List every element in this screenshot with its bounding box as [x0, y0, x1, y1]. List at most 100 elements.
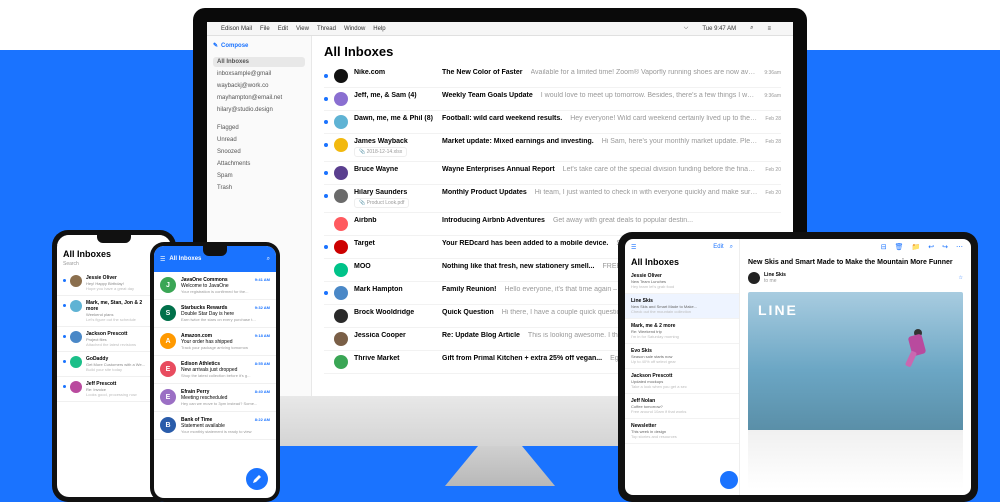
- message-preview: Up to 40% off select gear: [631, 359, 733, 364]
- message-preview: Attached the latest revisions: [86, 342, 146, 347]
- sidebar-trash[interactable]: Trash: [213, 183, 305, 193]
- sidebar-flagged[interactable]: Flagged: [213, 123, 305, 133]
- menubar-app[interactable]: Edison Mail: [221, 26, 252, 32]
- message-subject: Weekly Team Goals Update: [442, 92, 533, 99]
- forward-icon[interactable]: ↪: [942, 243, 948, 251]
- search-icon[interactable]: ⌕: [730, 244, 733, 251]
- unread-dot: [63, 335, 66, 338]
- unread-dot: [324, 314, 328, 318]
- menubar-clock[interactable]: Tue 9:47 AM: [702, 26, 736, 32]
- message-row[interactable]: E Edison Athletics8:55 AM New arrivals j…: [154, 356, 276, 384]
- macos-menubar: Edison Mail File Edit View Thread Window…: [207, 22, 793, 36]
- sidebar-account[interactable]: waybackj@work.co: [213, 81, 305, 91]
- search-icon[interactable]: ⌕: [750, 25, 753, 32]
- message-subject: Introducing Airbnb Adventures: [442, 217, 545, 224]
- message-row[interactable]: Bruce Wayne Wayne Enterprises Annual Rep…: [324, 162, 781, 185]
- menubar-file[interactable]: File: [260, 26, 270, 32]
- message-row[interactable]: Jackson Prescott Updated mockups Take a …: [625, 369, 739, 394]
- trash-icon[interactable]: 🗑: [895, 243, 904, 251]
- sidebar-attachments[interactable]: Attachments: [213, 159, 305, 169]
- folder-icon[interactable]: 📁: [912, 243, 921, 251]
- message-row[interactable]: Jeff, me, & Sam (4) Weekly Team Goals Up…: [324, 88, 781, 111]
- edit-button[interactable]: Edit: [713, 244, 723, 250]
- menubar-view[interactable]: View: [296, 26, 309, 32]
- attachment-chip[interactable]: 📎 2018-12-14.xlsx: [354, 147, 407, 157]
- avatar: B: [160, 417, 176, 433]
- message-row[interactable]: Hilary Saunders Monthly Product Updates …: [324, 185, 781, 213]
- message-sender: Dawn, me, me & Phil (8): [354, 115, 434, 122]
- message-row[interactable]: Nike.com The New Color of Faster Availab…: [324, 65, 781, 88]
- message-row[interactable]: Mark, me & 2 more Re: Weekend trip I'm i…: [625, 319, 739, 344]
- menubar-window[interactable]: Window: [344, 26, 365, 32]
- avatar: [334, 309, 348, 323]
- attachment-chip[interactable]: 📎 Product Look.pdf: [354, 198, 409, 208]
- message-row[interactable]: Line Skis New Skis and Smart Made to Mak…: [625, 294, 739, 319]
- avatar: [334, 240, 348, 254]
- avatar: [334, 263, 348, 277]
- message-row[interactable]: Dawn, me, me & Phil (8) Football: wild c…: [324, 111, 781, 134]
- unread-dot: [324, 194, 328, 198]
- unread-dot: [324, 74, 328, 78]
- message-row[interactable]: A Amazon.com9:18 AM Your order has shipp…: [154, 328, 276, 356]
- message-preview: Your monthly statement is ready to view: [181, 429, 270, 434]
- message-date: Feb 28: [765, 139, 781, 145]
- message-row[interactable]: J JavaOne Commons9:41 AM Welcome to Java…: [154, 272, 276, 300]
- sidebar-account[interactable]: inboxsample@gmail: [213, 69, 305, 79]
- pencil-icon: ✎: [213, 42, 218, 49]
- compose-fab[interactable]: [720, 471, 738, 489]
- more-icon[interactable]: ⋯: [956, 243, 963, 251]
- reply-icon[interactable]: ↩: [928, 243, 934, 251]
- message-row[interactable]: Newsletter This week in design Top stori…: [625, 419, 739, 444]
- message-row[interactable]: Jeff Nolan Coffee tomorrow? Free around …: [625, 394, 739, 419]
- message-subject: Wayne Enterprises Annual Report: [442, 166, 555, 173]
- message-row[interactable]: Jessie Oliver New Team Lunches Hey team …: [625, 269, 739, 294]
- sidebar-unread[interactable]: Unread: [213, 135, 305, 145]
- message-preview: Available for a limited time! Zoom® Vapo…: [531, 69, 757, 76]
- message-preview: Check out the mountain collection: [631, 309, 733, 314]
- menubar-edit[interactable]: Edit: [278, 26, 288, 32]
- menubar-help[interactable]: Help: [373, 26, 385, 32]
- wifi-icon[interactable]: ⌵: [684, 25, 689, 32]
- message-row[interactable]: E Efrain Perry8:40 AM Meeting reschedule…: [154, 384, 276, 412]
- ipad-message-pane: ⊟ 🗑 📁 ↩ ↪ ⋯ New Skis and Smart Made to M…: [740, 239, 971, 495]
- avatar: [334, 355, 348, 369]
- sidebar-account[interactable]: mayhampton@email.net: [213, 93, 305, 103]
- sidebar-all-inboxes[interactable]: All Inboxes: [213, 57, 305, 67]
- message-preview: Track your package arriving tomorrow: [181, 345, 270, 350]
- message-preview: Looks good, processing now: [86, 392, 146, 397]
- message-sender: Jeff, me, & Sam (4): [354, 92, 434, 99]
- message-subject: New Skis and Smart Made to Make the Moun…: [740, 255, 971, 270]
- avatar: [334, 286, 348, 300]
- unread-dot: [324, 222, 328, 226]
- sidebar-snoozed[interactable]: Snoozed: [213, 147, 305, 157]
- message-sender: James Wayback: [354, 138, 434, 145]
- message-row[interactable]: Evo Skis Season sale starts now Up to 40…: [625, 344, 739, 369]
- message-subject: The New Color of Faster: [442, 69, 523, 76]
- archive-icon[interactable]: ⊟: [881, 243, 887, 251]
- menu-icon[interactable]: ☰: [160, 256, 165, 263]
- message-date: 9:36am: [764, 70, 781, 76]
- message-sender: Thrive Market: [354, 355, 434, 362]
- unread-dot: [63, 304, 66, 307]
- message-sender: MOO: [354, 263, 434, 270]
- compose-fab[interactable]: [246, 468, 268, 490]
- menubar-thread[interactable]: Thread: [317, 26, 336, 32]
- avatar: [334, 166, 348, 180]
- star-icon[interactable]: ☆: [959, 275, 963, 281]
- message-sender: Bruce Wayne: [354, 166, 434, 173]
- message-subject: Football: wild card weekend results.: [442, 115, 562, 122]
- message-preview: Let's figure out the schedule: [86, 317, 146, 322]
- unread-dot: [63, 279, 66, 282]
- message-row[interactable]: B Bank of Time8:22 AM Statement availabl…: [154, 412, 276, 440]
- message-subject: Family Reunion!: [442, 286, 496, 293]
- avatar: A: [160, 333, 176, 349]
- menu-icon[interactable]: ☰: [631, 244, 636, 251]
- message-row[interactable]: James Wayback Market update: Mixed earni…: [324, 134, 781, 162]
- search-icon[interactable]: ⌕: [267, 256, 270, 263]
- sidebar-account[interactable]: hilary@studio.design: [213, 105, 305, 115]
- sidebar-spam[interactable]: Spam: [213, 171, 305, 181]
- message-time: 9:41 AM: [255, 277, 270, 283]
- compose-button[interactable]: ✎ Compose: [213, 42, 305, 49]
- message-row[interactable]: S Starbucks Rewards9:32 AM Double Star D…: [154, 300, 276, 328]
- notification-icon[interactable]: ≡: [767, 26, 771, 32]
